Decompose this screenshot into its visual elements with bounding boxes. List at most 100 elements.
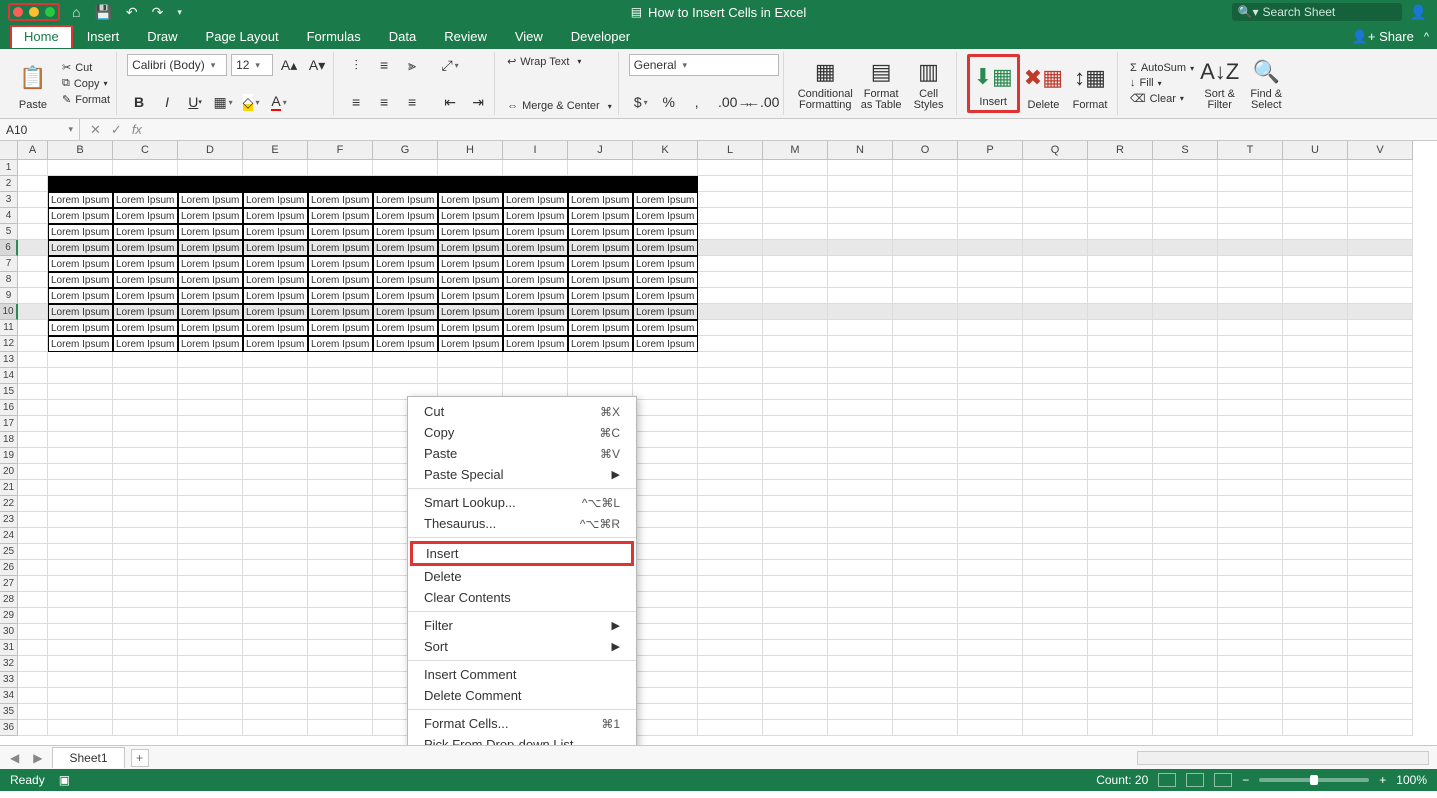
cell-G1[interactable] <box>373 160 438 176</box>
cell-Q32[interactable] <box>1023 656 1088 672</box>
cell-N21[interactable] <box>828 480 893 496</box>
cell-E21[interactable] <box>243 480 308 496</box>
cell-D1[interactable] <box>178 160 243 176</box>
cell-F25[interactable] <box>308 544 373 560</box>
cell-T8[interactable] <box>1218 272 1283 288</box>
cell-F3[interactable]: Lorem Ipsum <box>308 192 373 208</box>
col-head-E[interactable]: E <box>243 141 308 160</box>
cell-S14[interactable] <box>1153 368 1218 384</box>
cell-F9[interactable]: Lorem Ipsum <box>308 288 373 304</box>
cell-K34[interactable] <box>633 688 698 704</box>
row-head-6[interactable]: 6 <box>0 240 18 256</box>
user-icon[interactable]: 👤 <box>1410 4 1427 21</box>
cell-G4[interactable]: Lorem Ipsum <box>373 208 438 224</box>
cell-E12[interactable]: Lorem Ipsum <box>243 336 308 352</box>
cell-M26[interactable] <box>763 560 828 576</box>
col-head-J[interactable]: J <box>568 141 633 160</box>
sheet-tab[interactable]: Sheet1 <box>52 747 124 768</box>
cell-C17[interactable] <box>113 416 178 432</box>
cell-C35[interactable] <box>113 704 178 720</box>
row-head-22[interactable]: 22 <box>0 496 18 512</box>
autosum-button[interactable]: ΣAutoSum▾ <box>1128 61 1196 75</box>
cells-area[interactable]: Lorem IpsumLorem IpsumLorem IpsumLorem I… <box>18 160 1413 736</box>
cell-R9[interactable] <box>1088 288 1153 304</box>
row-head-10[interactable]: 10 <box>0 304 18 320</box>
sort-filter-button[interactable]: A↓ZSort & Filter <box>1196 54 1243 113</box>
cell-H6[interactable]: Lorem Ipsum <box>438 240 503 256</box>
cell-N29[interactable] <box>828 608 893 624</box>
col-head-O[interactable]: O <box>893 141 958 160</box>
cell-Q12[interactable] <box>1023 336 1088 352</box>
cell-G6[interactable]: Lorem Ipsum <box>373 240 438 256</box>
cell-R21[interactable] <box>1088 480 1153 496</box>
cell-F28[interactable] <box>308 592 373 608</box>
cell-E35[interactable] <box>243 704 308 720</box>
cell-V27[interactable] <box>1348 576 1413 592</box>
col-head-L[interactable]: L <box>698 141 763 160</box>
add-sheet-button[interactable]: + <box>131 749 149 767</box>
cell-C32[interactable] <box>113 656 178 672</box>
row-head-4[interactable]: 4 <box>0 208 18 224</box>
cell-M18[interactable] <box>763 432 828 448</box>
row-head-30[interactable]: 30 <box>0 624 18 640</box>
cell-P20[interactable] <box>958 464 1023 480</box>
cell-B8[interactable]: Lorem Ipsum <box>48 272 113 288</box>
cell-E28[interactable] <box>243 592 308 608</box>
cell-F24[interactable] <box>308 528 373 544</box>
cell-F30[interactable] <box>308 624 373 640</box>
cell-H12[interactable]: Lorem Ipsum <box>438 336 503 352</box>
cell-T11[interactable] <box>1218 320 1283 336</box>
cell-T36[interactable] <box>1218 720 1283 736</box>
cell-O4[interactable] <box>893 208 958 224</box>
cell-L32[interactable] <box>698 656 763 672</box>
cell-P13[interactable] <box>958 352 1023 368</box>
cell-D12[interactable]: Lorem Ipsum <box>178 336 243 352</box>
cell-B9[interactable]: Lorem Ipsum <box>48 288 113 304</box>
cell-T9[interactable] <box>1218 288 1283 304</box>
format-painter-button[interactable]: ✎Format <box>60 92 112 107</box>
sheet-nav-prev-icon[interactable]: ◀ <box>6 751 23 765</box>
cell-N27[interactable] <box>828 576 893 592</box>
cell-T4[interactable] <box>1218 208 1283 224</box>
cell-O7[interactable] <box>893 256 958 272</box>
cell-R28[interactable] <box>1088 592 1153 608</box>
cell-B30[interactable] <box>48 624 113 640</box>
cell-A3[interactable] <box>18 192 48 208</box>
cell-D29[interactable] <box>178 608 243 624</box>
cell-C16[interactable] <box>113 400 178 416</box>
cell-O24[interactable] <box>893 528 958 544</box>
cell-N7[interactable] <box>828 256 893 272</box>
cell-F26[interactable] <box>308 560 373 576</box>
cell-L6[interactable] <box>698 240 763 256</box>
cell-B15[interactable] <box>48 384 113 400</box>
col-head-K[interactable]: K <box>633 141 698 160</box>
cell-L29[interactable] <box>698 608 763 624</box>
cell-F10[interactable]: Lorem Ipsum <box>308 304 373 320</box>
row-head-23[interactable]: 23 <box>0 512 18 528</box>
cell-B31[interactable] <box>48 640 113 656</box>
cell-J5[interactable]: Lorem Ipsum <box>568 224 633 240</box>
cell-D14[interactable] <box>178 368 243 384</box>
ctx-filter[interactable]: Filter▶ <box>408 615 636 636</box>
cell-D21[interactable] <box>178 480 243 496</box>
ctx-delete-comment[interactable]: Delete Comment <box>408 685 636 706</box>
cell-P30[interactable] <box>958 624 1023 640</box>
row-head-5[interactable]: 5 <box>0 224 18 240</box>
cell-O20[interactable] <box>893 464 958 480</box>
cell-L25[interactable] <box>698 544 763 560</box>
select-all-corner[interactable] <box>0 141 18 160</box>
cell-S15[interactable] <box>1153 384 1218 400</box>
cell-O18[interactable] <box>893 432 958 448</box>
row-head-31[interactable]: 31 <box>0 640 18 656</box>
cell-K22[interactable] <box>633 496 698 512</box>
fill-button[interactable]: ↓Fill▾ <box>1128 76 1196 90</box>
cell-C21[interactable] <box>113 480 178 496</box>
cell-E24[interactable] <box>243 528 308 544</box>
cell-D18[interactable] <box>178 432 243 448</box>
cell-D25[interactable] <box>178 544 243 560</box>
cell-U24[interactable] <box>1283 528 1348 544</box>
cell-O27[interactable] <box>893 576 958 592</box>
cell-S9[interactable] <box>1153 288 1218 304</box>
percent-icon[interactable]: % <box>657 91 681 113</box>
minimize-window-icon[interactable] <box>29 7 39 17</box>
